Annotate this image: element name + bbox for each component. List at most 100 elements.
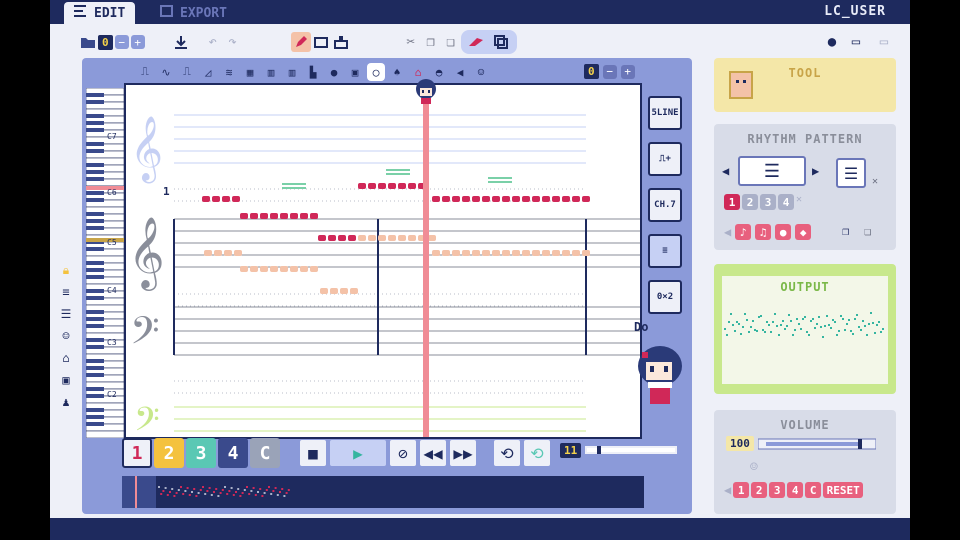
- guitar-icon[interactable]: ♠: [388, 63, 406, 81]
- lock-icon[interactable]: 🔒︎: [58, 262, 74, 278]
- channel-button[interactable]: CH.7: [648, 188, 682, 222]
- playhead-character[interactable]: [412, 76, 442, 108]
- rhythm-num-3[interactable]: 3: [760, 194, 776, 210]
- sine-wave-icon[interactable]: ∿: [157, 63, 175, 81]
- increment-button[interactable]: +: [130, 35, 145, 49]
- volume-track-4[interactable]: 4: [787, 482, 804, 498]
- cat-icon[interactable]: ⌂: [58, 350, 74, 366]
- volume-track-2[interactable]: 2: [751, 482, 768, 498]
- tab-export[interactable]: EXPORT: [150, 2, 237, 24]
- playhead[interactable]: [423, 85, 429, 439]
- pipe-icon[interactable]: ▙: [304, 63, 322, 81]
- octave-label-c7: C7: [107, 132, 117, 141]
- redo-icon[interactable]: ↷: [223, 32, 243, 52]
- ball-icon[interactable]: ●: [325, 63, 343, 81]
- rhythm-next-icon[interactable]: ▶: [812, 164, 819, 178]
- five-line-label: 5LINE: [651, 108, 679, 118]
- bomb-icon[interactable]: ●: [822, 32, 842, 52]
- face-icon[interactable]: ☺: [472, 63, 490, 81]
- transport-controls: ■ ▶ ⊘ ◀◀ ▶▶ ⟲ ⟲: [300, 440, 550, 466]
- track-c-button[interactable]: C: [250, 438, 280, 468]
- rhythm-num-4[interactable]: 4: [778, 194, 794, 210]
- undo-icon[interactable]: ↶: [203, 32, 223, 52]
- tab-edit[interactable]: EDIT: [64, 2, 136, 24]
- sound-2-icon[interactable]: ♫: [755, 224, 772, 240]
- rhythm-pattern-display[interactable]: ☰: [738, 156, 806, 186]
- copy-icon[interactable]: ❐: [421, 32, 441, 52]
- music-staff[interactable]: 𝄞 𝄞 𝄢 𝄢 1: [124, 83, 642, 439]
- chat-icon[interactable]: ◯: [367, 63, 385, 81]
- select-tool-group[interactable]: [460, 30, 517, 54]
- square-wave-icon[interactable]: ⎍: [136, 63, 154, 81]
- octave-label-c3: C3: [107, 338, 117, 347]
- track-1-button[interactable]: 1: [122, 438, 152, 468]
- rhythm-clear-icon[interactable]: ✕: [796, 194, 802, 210]
- list-bold-icon[interactable]: ☰: [58, 306, 74, 322]
- noise-wave-icon[interactable]: ≋: [220, 63, 238, 81]
- layers-button[interactable]: ≡: [648, 234, 682, 268]
- window-select-icon[interactable]: [491, 32, 511, 52]
- tempo-slider[interactable]: [585, 442, 678, 458]
- track-3-button[interactable]: 3: [186, 438, 216, 468]
- rhythm-close-icon[interactable]: ✕: [872, 176, 878, 187]
- sound-1-icon[interactable]: ♪: [735, 224, 752, 240]
- robot-icon[interactable]: ▣: [58, 372, 74, 388]
- sound-4-icon[interactable]: ◆: [795, 224, 812, 240]
- decrement-button[interactable]: −: [114, 35, 129, 49]
- volume-slider[interactable]: [757, 437, 876, 451]
- saw-wave-icon[interactable]: ◿: [199, 63, 217, 81]
- grid-button[interactable]: 0×2: [648, 280, 682, 314]
- horn-icon[interactable]: ◀: [451, 63, 469, 81]
- rhythm-prev-icon[interactable]: ◀: [722, 164, 729, 178]
- stamp-icon[interactable]: [331, 32, 351, 52]
- scissors-icon[interactable]: ✂: [401, 32, 421, 52]
- follow-button[interactable]: ⟲: [524, 440, 550, 466]
- organ-icon[interactable]: ▥: [283, 63, 301, 81]
- volume-track-3[interactable]: 3: [769, 482, 786, 498]
- add-pattern-button[interactable]: ⎍+: [648, 142, 682, 176]
- piano-keyboard[interactable]: C7 C6 C5 C4 C3 C2: [85, 87, 125, 439]
- forward-button[interactable]: ▶▶: [450, 440, 476, 466]
- play-button[interactable]: ▶: [330, 440, 386, 466]
- display-mode-icon[interactable]: ▭: [842, 32, 870, 52]
- volume-track-1[interactable]: 1: [733, 482, 750, 498]
- smile-icon[interactable]: ☺: [58, 328, 74, 344]
- tool-box-icon[interactable]: [728, 70, 754, 100]
- pencil-icon[interactable]: [290, 32, 311, 52]
- octave-label-c6: C6: [107, 188, 117, 197]
- rhythm-alt-button[interactable]: ☰: [836, 158, 866, 188]
- volume-track-c[interactable]: C: [805, 482, 822, 498]
- speaker-icon[interactable]: ◀: [724, 225, 731, 239]
- piano-icon[interactable]: ▥: [262, 63, 280, 81]
- stop-button[interactable]: ■: [300, 440, 326, 466]
- edit-icon: [74, 5, 88, 21]
- noise-icon[interactable]: ▦: [241, 63, 259, 81]
- sound-3-icon[interactable]: ●: [775, 224, 792, 240]
- repeat-button[interactable]: ⟲: [494, 440, 520, 466]
- figure-icon[interactable]: ♟: [58, 394, 74, 410]
- track-4-button[interactable]: 4: [218, 438, 248, 468]
- eraser-icon[interactable]: [311, 32, 331, 52]
- music-box-icon[interactable]: ▣: [346, 63, 364, 81]
- layout-mode-icon[interactable]: ▭: [870, 32, 898, 52]
- loop-off-button[interactable]: ⊘: [390, 440, 416, 466]
- rhythm-num-1[interactable]: 1: [724, 194, 740, 210]
- volume-reset-button[interactable]: RESET: [823, 482, 864, 498]
- folder-icon[interactable]: [78, 32, 98, 52]
- paste-icon[interactable]: ❏: [441, 32, 461, 52]
- track-2-button[interactable]: 2: [154, 438, 184, 468]
- volume-speaker-icon[interactable]: ◀: [724, 483, 731, 497]
- instrument-increment-button[interactable]: +: [620, 64, 635, 79]
- five-line-button[interactable]: 5LINE: [648, 96, 682, 130]
- rewind-button[interactable]: ◀◀: [420, 440, 446, 466]
- rhythm-paste-icon[interactable]: ❏: [864, 224, 871, 238]
- list-icon[interactable]: ≡: [58, 284, 74, 300]
- brush-select-icon[interactable]: [467, 32, 487, 52]
- song-overview[interactable]: [122, 476, 644, 508]
- rhythm-copy-icon[interactable]: ❐: [842, 224, 849, 238]
- pulse-wave-icon[interactable]: ⎍: [178, 63, 196, 81]
- key-icon[interactable]: ☺: [750, 460, 758, 475]
- download-icon[interactable]: [171, 32, 191, 52]
- rhythm-num-2[interactable]: 2: [742, 194, 758, 210]
- instrument-decrement-button[interactable]: −: [602, 64, 617, 79]
